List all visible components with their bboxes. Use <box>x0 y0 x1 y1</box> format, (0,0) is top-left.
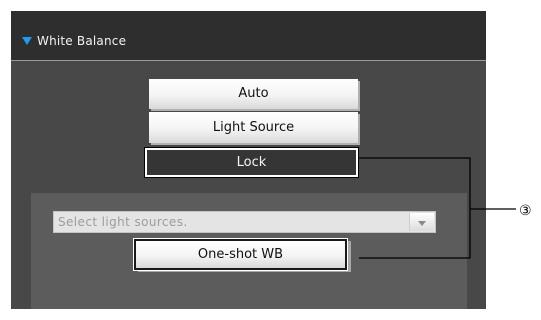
callout-number-label: ③ <box>519 203 532 219</box>
callout-lines <box>359 157 516 259</box>
callout-bracket <box>359 157 471 259</box>
